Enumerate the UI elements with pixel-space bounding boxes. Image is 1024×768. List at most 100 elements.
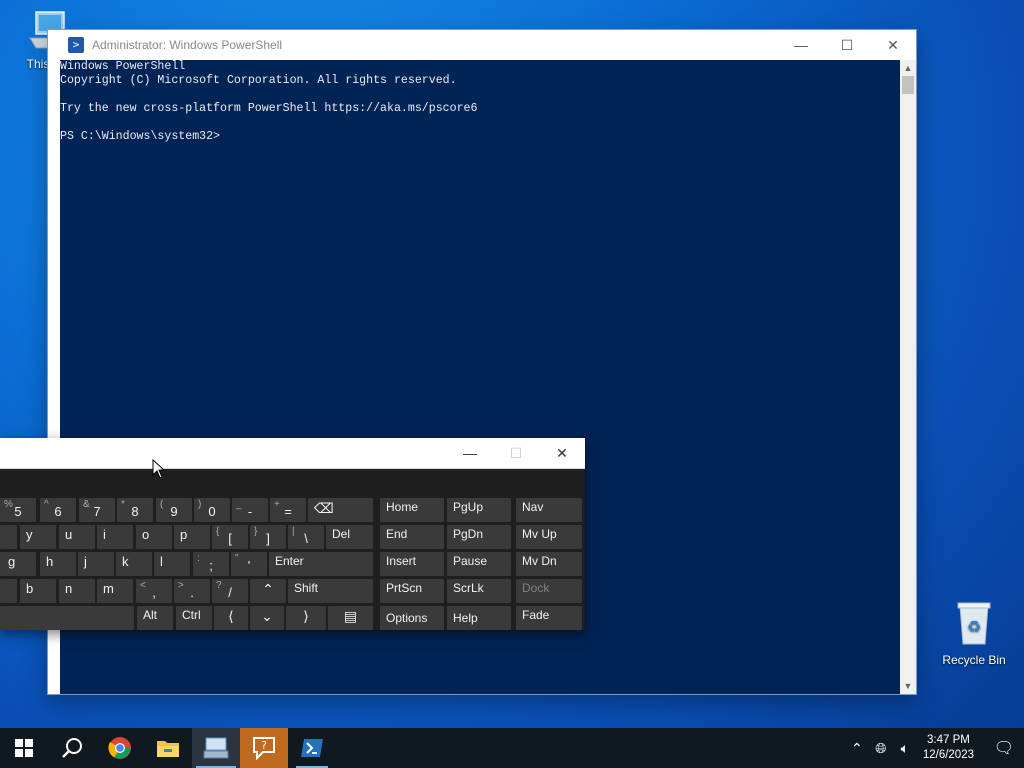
- minimize-button[interactable]: —: [778, 30, 824, 60]
- volume-muted-icon[interactable]: 🔈︎: [893, 740, 917, 757]
- key-j[interactable]: j: [78, 552, 114, 576]
- console-prompt: PS C:\Windows\system32>: [60, 130, 221, 143]
- key-partial[interactable]: [0, 579, 17, 603]
- taskbar-powershell[interactable]: [288, 728, 336, 768]
- key-b[interactable]: b: [20, 579, 56, 603]
- key-up-arrow[interactable]: ⌃: [250, 579, 286, 603]
- clock[interactable]: 3:47 PM 12/6/2023: [923, 733, 974, 763]
- key-dock: Dock: [516, 579, 582, 603]
- key-right-arrow[interactable]: ⟩: [286, 606, 326, 630]
- key-8[interactable]: * 8: [117, 498, 153, 522]
- desktop-icon-recycle-bin[interactable]: ♻ Recycle Bin: [938, 600, 1010, 667]
- taskbar-file-explorer[interactable]: [144, 728, 192, 768]
- key-mv-dn[interactable]: Mv Dn: [516, 552, 582, 576]
- key-h[interactable]: h: [40, 552, 76, 576]
- key-slash[interactable]: ? /: [212, 579, 248, 603]
- clock-time: 3:47 PM: [927, 734, 970, 746]
- key-u[interactable]: u: [59, 525, 95, 549]
- key-del[interactable]: Del: [326, 525, 373, 549]
- key-nav[interactable]: Nav: [516, 498, 582, 522]
- key-5[interactable]: % 5: [0, 498, 36, 522]
- key-6[interactable]: ^ 6: [40, 498, 76, 522]
- key-scrlk[interactable]: ScrLk: [447, 579, 511, 603]
- key-partial[interactable]: [0, 525, 17, 549]
- folder-icon: [157, 741, 179, 757]
- key-shift[interactable]: Shift: [288, 579, 373, 603]
- key-y[interactable]: y: [20, 525, 56, 549]
- key-comma[interactable]: <,: [136, 579, 172, 603]
- key-backslash[interactable]: | \: [288, 525, 324, 549]
- start-button[interactable]: [0, 728, 48, 768]
- key-equals[interactable]: + =: [270, 498, 306, 522]
- key-home[interactable]: Home: [380, 498, 444, 522]
- key-k[interactable]: k: [116, 552, 152, 576]
- search-icon: [62, 738, 82, 758]
- powershell-titlebar[interactable]: > Administrator: Windows PowerShell — ☐ …: [48, 30, 916, 60]
- key-options[interactable]: Options: [380, 606, 444, 630]
- key-mv-up[interactable]: Mv Up: [516, 525, 582, 549]
- key-backspace[interactable]: ⌫: [308, 498, 373, 522]
- scrollbar-thumb[interactable]: [902, 76, 914, 94]
- system-tray: ⌃ 🌐︎ 🔈︎ 3:47 PM 12/6/2023 🗨︎: [845, 728, 1024, 768]
- key-enter[interactable]: Enter: [269, 552, 373, 576]
- taskbar-get-help[interactable]: ?: [240, 728, 288, 768]
- key-minus[interactable]: _ -: [232, 498, 268, 522]
- taskbar-on-screen-keyboard[interactable]: [192, 728, 240, 768]
- key-n[interactable]: n: [59, 579, 95, 603]
- key-open-bracket[interactable]: {[: [212, 525, 248, 549]
- chrome-icon: [108, 737, 131, 759]
- chevron-up-icon[interactable]: ⌃: [845, 740, 869, 757]
- key-ctrl[interactable]: Ctrl: [176, 606, 212, 630]
- key-pause[interactable]: Pause: [447, 552, 511, 576]
- clock-date: 12/6/2023: [922, 749, 974, 761]
- menu-key-icon: ▤: [343, 608, 358, 624]
- key-i[interactable]: i: [97, 525, 133, 549]
- key-help[interactable]: Help: [447, 606, 511, 630]
- scroll-down-icon[interactable]: ▼: [900, 678, 916, 694]
- key-pgup[interactable]: PgUp: [447, 498, 511, 522]
- key-quote[interactable]: " ': [231, 552, 267, 576]
- key-alt[interactable]: Alt: [137, 606, 173, 630]
- key-m[interactable]: m: [97, 579, 133, 603]
- powershell-icon: >: [68, 37, 84, 53]
- taskbar-chrome[interactable]: [96, 728, 144, 768]
- mouse-cursor-icon: [152, 459, 166, 479]
- key-o[interactable]: o: [136, 525, 172, 549]
- key-semicolon[interactable]: :;: [193, 552, 229, 576]
- key-fade[interactable]: Fade: [516, 606, 582, 630]
- key-l[interactable]: l: [154, 552, 190, 576]
- key-insert[interactable]: Insert: [380, 552, 444, 576]
- console-line: Try the new cross-platform PowerShell ht…: [60, 102, 478, 115]
- vertical-scrollbar[interactable]: ▲ ▼: [900, 60, 916, 694]
- notification-center-icon[interactable]: 🗨︎: [984, 738, 1024, 758]
- key-9[interactable]: (9: [156, 498, 192, 522]
- close-button[interactable]: ✕: [539, 438, 585, 468]
- key-pgdn[interactable]: PgDn: [447, 525, 511, 549]
- key-7[interactable]: & 7: [79, 498, 115, 522]
- backspace-icon: ⌫: [314, 500, 334, 516]
- key-left-arrow[interactable]: ⟨: [214, 606, 248, 630]
- on-screen-keyboard[interactable]: — ☐ ✕ % 5 ^ 6 & 7 * 8 (9 ) 0 _ - + = ⌫ y u i o …: [0, 438, 585, 630]
- svg-text:?: ?: [261, 739, 267, 752]
- key-g[interactable]: g: [0, 552, 36, 576]
- scroll-up-icon[interactable]: ▲: [900, 60, 916, 76]
- key-end[interactable]: End: [380, 525, 444, 549]
- osk-titlebar[interactable]: — ☐ ✕: [0, 438, 585, 469]
- key-down-arrow[interactable]: ⌄: [250, 606, 284, 630]
- key-prtscn[interactable]: PrtScn: [380, 579, 444, 603]
- recycle-bin-icon: ♻: [957, 602, 991, 645]
- minimize-button[interactable]: —: [447, 438, 493, 468]
- network-globe-icon[interactable]: 🌐︎: [869, 740, 893, 757]
- windows-logo-icon: [15, 739, 33, 757]
- key-space[interactable]: [0, 606, 134, 630]
- close-button[interactable]: ✕: [870, 30, 916, 60]
- osk-keys: % 5 ^ 6 & 7 * 8 (9 ) 0 _ - + = ⌫ y u i o p {[ }…: [0, 469, 585, 630]
- maximize-button[interactable]: ☐: [824, 30, 870, 60]
- key-period[interactable]: >.: [174, 579, 210, 603]
- arrow-up-icon: ⌃: [262, 581, 274, 597]
- key-close-bracket[interactable]: }]: [250, 525, 286, 549]
- search-button[interactable]: [48, 728, 96, 768]
- key-0[interactable]: ) 0: [194, 498, 230, 522]
- key-p[interactable]: p: [174, 525, 210, 549]
- key-menu[interactable]: ▤: [328, 606, 373, 630]
